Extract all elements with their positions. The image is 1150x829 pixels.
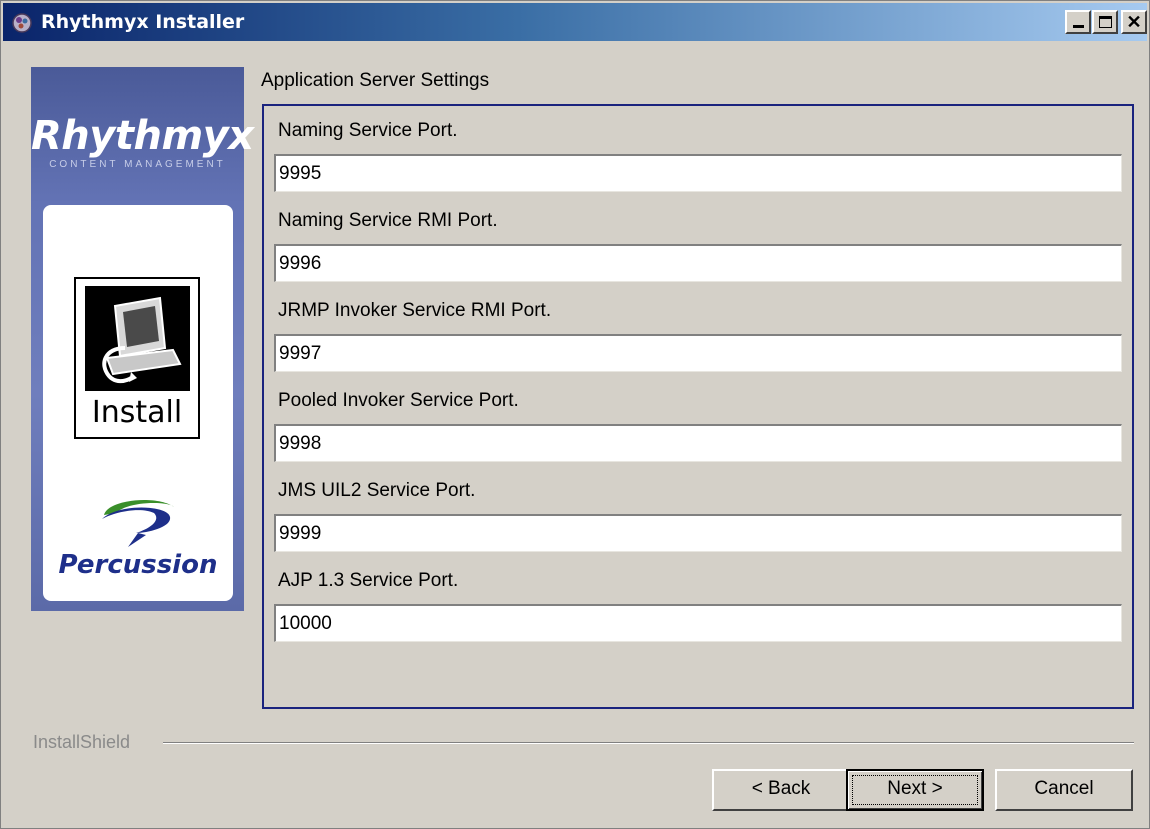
naming-service-port-label: Naming Service Port. [278,120,458,141]
jms-uil2-port-label: JMS UIL2 Service Port. [278,480,476,501]
brand-tagline: CONTENT MANAGEMENT [49,159,226,170]
maximize-icon [1099,16,1112,28]
focus-rectangle [852,775,978,805]
installer-window: Rhythmyx Installer ✕ Rhythmyx CONTENT MA… [0,0,1150,829]
install-label: Install [91,395,183,430]
next-button[interactable]: Next > [846,769,984,811]
installer-app-icon [12,13,32,33]
window-title: Rhythmyx Installer [41,11,245,33]
naming-service-rmi-port-label: Naming Service RMI Port. [278,210,498,231]
install-computer-icon [85,286,190,391]
install-badge: Install [74,277,200,439]
side-card: Install Percussion [43,205,233,601]
jrmp-invoker-rmi-port-label: JRMP Invoker Service RMI Port. [278,300,552,321]
maximize-button[interactable] [1092,10,1118,34]
minimize-icon [1073,25,1084,28]
ajp-port-label: AJP 1.3 Service Port. [278,570,459,591]
vendor-name: Percussion [58,550,218,580]
ajp-port-input[interactable] [274,604,1122,642]
section-title: Application Server Settings [261,70,490,91]
close-button[interactable]: ✕ [1121,10,1147,34]
pooled-invoker-port-label: Pooled Invoker Service Port. [278,390,519,411]
cancel-button[interactable]: Cancel [995,769,1133,811]
jrmp-invoker-rmi-port-input[interactable] [274,334,1122,372]
close-icon: ✕ [1126,12,1142,32]
branding-panel: Rhythmyx CONTENT MANAGEMENT Install Perc… [31,67,254,611]
pooled-invoker-port-input[interactable] [274,424,1122,462]
brand-logo-text: Rhythmyx [31,113,254,159]
naming-service-rmi-port-input[interactable] [274,244,1122,282]
footer-divider [163,742,1134,744]
installshield-label: InstallShield [33,732,131,752]
settings-panel: Naming Service Port. Naming Service RMI … [262,104,1134,709]
naming-service-port-input[interactable] [274,154,1122,192]
back-button[interactable]: < Back [712,769,850,811]
minimize-button[interactable] [1065,10,1091,34]
jms-uil2-port-input[interactable] [274,514,1122,552]
percussion-swoosh-logo [102,500,174,547]
title-bar[interactable]: Rhythmyx Installer ✕ [3,3,1147,41]
